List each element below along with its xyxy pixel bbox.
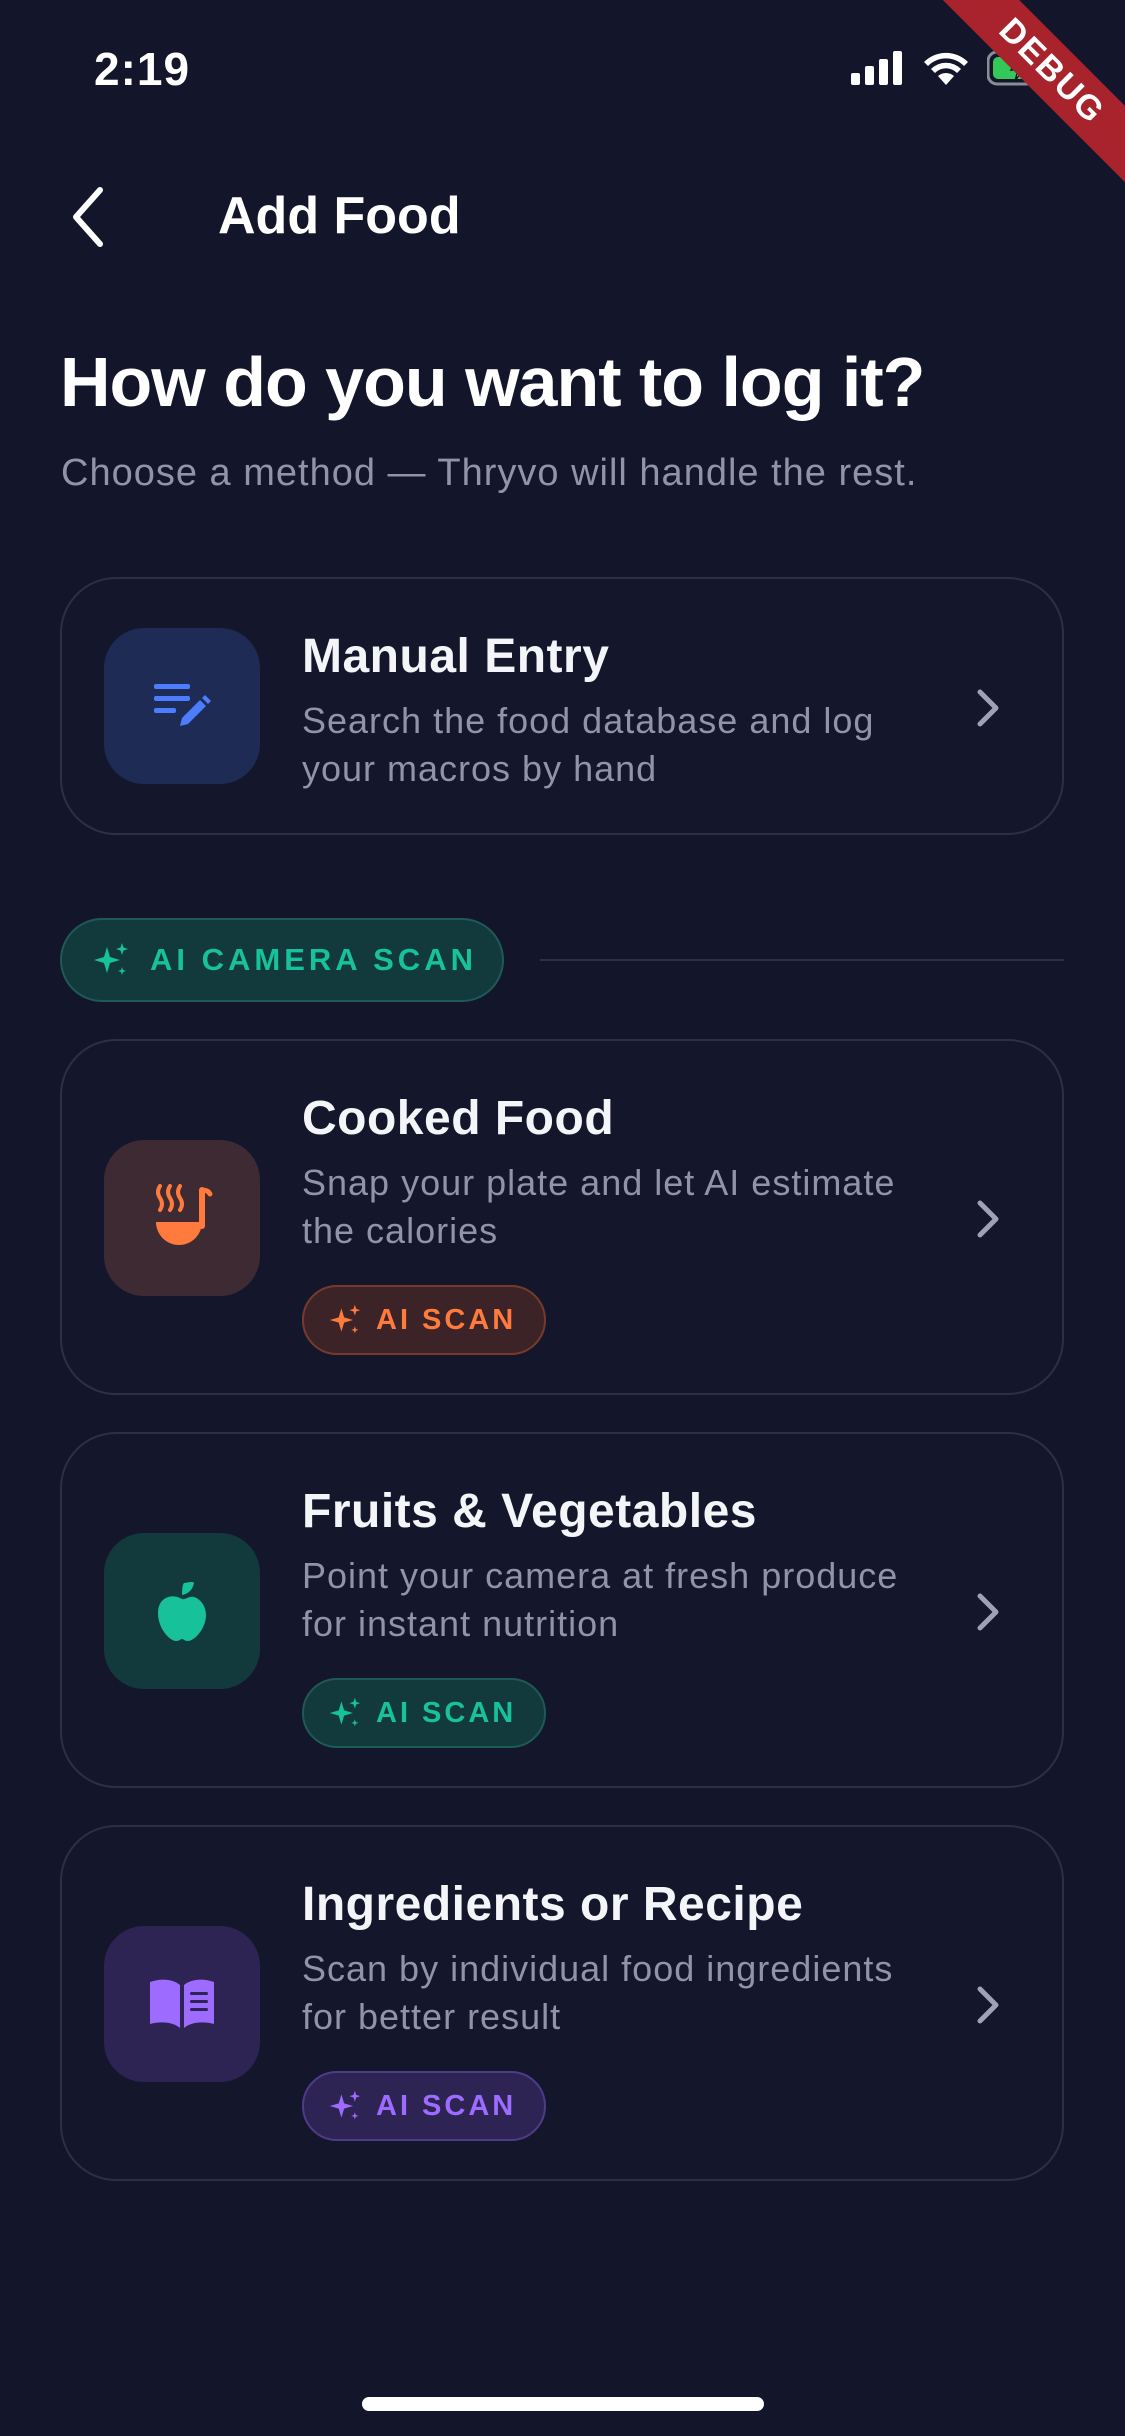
- badge-text: AI SCAN: [376, 2089, 517, 2122]
- card-description: Scan by individual food ingredients for …: [302, 1948, 894, 2037]
- home-indicator[interactable]: [362, 2397, 764, 2411]
- apple-icon: [158, 1582, 206, 1641]
- ladle-steam-icon: [156, 1184, 213, 1245]
- ingredients-recipe-card[interactable]: Ingredients or Recipe Scan by individual…: [60, 1825, 1064, 2181]
- back-button[interactable]: [58, 182, 118, 252]
- edit-list-icon: [154, 684, 211, 726]
- ingredients-recipe-icon-tile: [104, 1926, 260, 2082]
- badge-text: AI SCAN: [376, 1696, 517, 1729]
- chevron-right-icon: [977, 1986, 999, 2024]
- badge-text: AI SCAN: [376, 1303, 517, 1336]
- card-description: Search the food database and log your ma…: [302, 700, 875, 789]
- ai-camera-scan-section-label: AI CAMERA SCAN: [60, 918, 504, 1002]
- sparkle-icon: [94, 943, 128, 975]
- debug-banner: DEBUG: [916, 0, 1125, 207]
- sparkle-icon: [329, 1304, 361, 1334]
- sparkle-icon: [329, 1697, 361, 1727]
- page-title: How do you want to log it?: [60, 343, 925, 421]
- sparkle-icon: [329, 2090, 361, 2120]
- nav-title: Add Food: [218, 187, 461, 245]
- chevron-left-icon: [73, 187, 103, 247]
- chevron-right-icon: [977, 689, 999, 727]
- cellular-signal-icon: [851, 51, 902, 85]
- chevron-right-icon: [977, 1593, 999, 1631]
- cooked-food-icon-tile: [104, 1140, 260, 1296]
- card-title: Manual Entry: [302, 630, 610, 683]
- card-title: Fruits & Vegetables: [302, 1485, 757, 1538]
- status-time: 2:19: [94, 43, 191, 95]
- card-description: Point your camera at fresh produce for i…: [302, 1555, 899, 1644]
- ai-scan-badge: AI SCAN: [302, 1285, 547, 1355]
- chevron-right-icon: [977, 1200, 999, 1238]
- cooked-food-card[interactable]: Cooked Food Snap your plate and let AI e…: [60, 1039, 1064, 1395]
- card-title: Cooked Food: [302, 1092, 615, 1145]
- card-title: Ingredients or Recipe: [302, 1878, 804, 1931]
- page-subtitle: Choose a method — Thryvo will handle the…: [61, 452, 918, 494]
- add-food-screen: 2:19 DEBUG Add Food How do you want to l…: [0, 0, 1125, 2436]
- section-label-text: AI CAMERA SCAN: [150, 942, 477, 977]
- fruits-vegetables-icon-tile: [104, 1533, 260, 1689]
- manual-entry-card[interactable]: Manual Entry Search the food database an…: [60, 577, 1064, 835]
- wifi-icon: [924, 52, 968, 85]
- ai-scan-badge: AI SCAN: [302, 2071, 547, 2141]
- section-divider: [540, 959, 1064, 961]
- card-description: Snap your plate and let AI estimate the …: [302, 1162, 896, 1251]
- fruits-vegetables-card[interactable]: Fruits & Vegetables Point your camera at…: [60, 1432, 1064, 1788]
- ai-scan-badge: AI SCAN: [302, 1678, 547, 1748]
- recipe-book-icon: [150, 1979, 214, 2028]
- manual-entry-icon-tile: [104, 628, 260, 784]
